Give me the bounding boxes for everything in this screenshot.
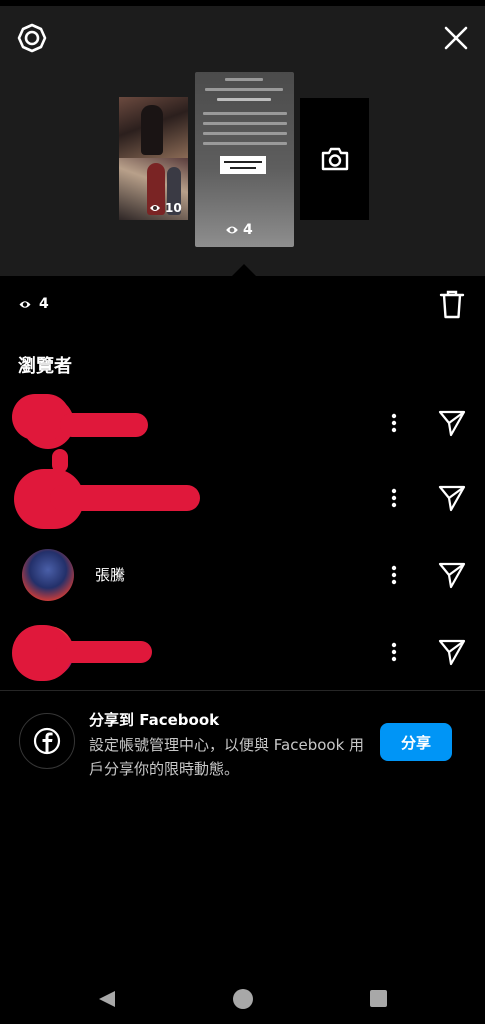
nav-back-button[interactable] [97, 989, 117, 1013]
eye-icon [19, 300, 31, 308]
more-vertical-icon [391, 565, 397, 585]
viewer-row[interactable] [0, 388, 485, 458]
send-icon [438, 639, 466, 666]
nav-recents-button[interactable] [370, 990, 387, 1007]
delete-story-button[interactable] [438, 288, 466, 320]
facebook-icon-badge [19, 713, 75, 769]
add-story-camera-button[interactable] [300, 98, 369, 220]
eye-icon [226, 226, 238, 234]
viewer-send-button[interactable] [437, 637, 467, 667]
viewer-name: 張騰 [95, 566, 126, 584]
screenshot-text-line [203, 142, 287, 145]
camera-icon [321, 147, 348, 171]
nav-back-icon [99, 991, 115, 1007]
viewer-send-button[interactable] [437, 483, 467, 513]
more-vertical-icon [391, 488, 397, 508]
thumbnail-view-count-value: 10 [165, 201, 182, 215]
viewer-row[interactable]: 張騰 [0, 540, 485, 610]
screenshot-text-line [217, 98, 271, 101]
screenshot-text-line [205, 88, 283, 91]
trash-icon [439, 290, 465, 319]
story-photo-person [141, 105, 163, 155]
facebook-share-description: 設定帳號管理中心，以便與 Facebook 用戶分享你的限時動態。 [89, 736, 365, 778]
selected-story-pointer [232, 264, 256, 276]
viewer-avatar [22, 549, 74, 601]
redaction-mark [60, 413, 148, 437]
thumbnail-view-count: 10 [149, 201, 182, 215]
settings-button[interactable] [14, 20, 50, 56]
settings-icon [17, 23, 47, 53]
story-text-sticker [220, 156, 266, 174]
sticker-text-line [230, 167, 256, 169]
facebook-share-banner: 分享到 Facebook 設定帳號管理中心，以便與 Facebook 用戶分享你… [0, 700, 485, 790]
viewer-more-button[interactable] [384, 482, 404, 514]
viewer-more-button[interactable] [384, 407, 404, 439]
redaction-mark [56, 641, 152, 663]
send-icon [438, 562, 466, 589]
viewer-send-button[interactable] [437, 408, 467, 438]
send-icon [438, 410, 466, 437]
facebook-icon [33, 727, 61, 755]
story-thumbnail-current[interactable]: 4 [195, 72, 294, 247]
close-icon [444, 26, 468, 50]
screenshot-text-line [203, 112, 287, 115]
facebook-share-title: 分享到 Facebook [89, 711, 220, 729]
eye-icon [150, 205, 160, 211]
views-summary: 4 [18, 296, 49, 312]
viewers-section-title: 瀏覽者 [18, 356, 72, 377]
screenshot-text-line [225, 78, 263, 81]
views-count: 4 [39, 296, 49, 312]
facebook-share-button[interactable]: 分享 [380, 723, 452, 761]
more-vertical-icon [391, 413, 397, 433]
screenshot-text-line [203, 132, 287, 135]
more-vertical-icon [391, 642, 397, 662]
redaction-mark [50, 485, 200, 511]
viewer-row[interactable] [0, 449, 485, 533]
story-thumbnail-previous[interactable]: 10 [119, 97, 188, 220]
thumbnail-view-count: 4 [225, 222, 253, 238]
redaction-mark [52, 449, 68, 473]
system-navigation-bar [0, 974, 485, 1024]
nav-home-button[interactable] [233, 989, 253, 1009]
viewer-row[interactable] [0, 617, 485, 687]
section-divider [0, 690, 485, 691]
close-button[interactable] [438, 20, 474, 56]
viewer-more-button[interactable] [384, 636, 404, 668]
viewer-send-button[interactable] [437, 560, 467, 590]
thumbnail-view-count-value: 4 [243, 222, 253, 238]
sticker-text-line [224, 161, 262, 163]
screenshot-text-line [203, 122, 287, 125]
send-icon [438, 485, 466, 512]
viewer-more-button[interactable] [384, 559, 404, 591]
